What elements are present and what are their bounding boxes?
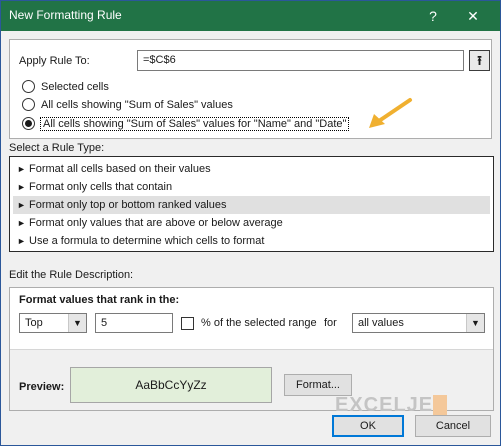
format-button[interactable]: Format... [284,374,352,396]
preview-sample: AaBbCcYyZz [70,367,272,403]
chevron-down-icon[interactable]: ▼ [466,314,484,332]
rule-type-item[interactable]: ► Use a formula to determine which cells … [13,232,490,250]
title-bar[interactable]: New Formatting Rule ? ✕ [1,1,500,31]
radio-all-sum-of-sales[interactable]: All cells showing "Sum of Sales" values [22,96,233,113]
apply-rule-input[interactable]: =$C$6 [137,50,464,71]
help-icon[interactable]: ? [421,5,445,27]
arrow-bullet-icon: ► [17,236,26,246]
rule-type-item[interactable]: ► Format all cells based on their values [13,160,490,178]
apply-rule-group: Apply Rule To: =$C$6 ⭱ Selected cells Al… [9,39,492,139]
exceljet-watermark: EXCELJET [335,394,447,416]
rank-options-panel: Format values that rank in the: Top ▼ 5 … [10,288,493,350]
rule-type-item[interactable]: ► Format only cells that contain [13,178,490,196]
cancel-button[interactable]: Cancel [415,415,491,437]
percent-checkbox[interactable] [181,317,194,330]
apply-rule-label: Apply Rule To: [19,55,90,67]
chevron-down-icon[interactable]: ▼ [68,314,86,332]
close-icon[interactable]: ✕ [453,5,493,27]
percent-label: % of the selected range [201,317,317,329]
rank-value-input[interactable]: 5 [95,313,173,333]
radio-sum-of-sales-name-date[interactable]: All cells showing "Sum of Sales" values … [22,115,350,132]
rule-type-label: Select a Rule Type: [9,142,105,154]
exceljet-logo-icon [433,395,447,415]
annotation-arrow-icon [369,98,412,128]
arrow-bullet-icon: ► [17,200,26,210]
arrow-bullet-icon: ► [17,218,26,228]
radio-button[interactable] [22,80,35,93]
radio-button[interactable] [22,98,35,111]
scope-select[interactable]: all values ▼ [352,313,485,333]
radio-label: Selected cells [41,80,109,93]
preview-label: Preview: [19,381,65,393]
dialog-title: New Formatting Rule [9,8,122,22]
rank-heading: Format values that rank in the: [19,294,180,306]
top-bottom-select[interactable]: Top ▼ [19,313,87,333]
arrow-bullet-icon: ► [17,182,26,192]
ok-button[interactable]: OK [332,415,404,437]
rule-type-item[interactable]: ► Format only values that are above or be… [13,214,490,232]
new-formatting-rule-dialog: New Formatting Rule ? ✕ Apply Rule To: =… [0,0,501,446]
radio-label: All cells showing "Sum of Sales" values … [39,116,350,131]
rule-type-item-selected[interactable]: ► Format only top or bottom ranked values [13,196,490,214]
rule-type-list[interactable]: ► Format all cells based on their values … [9,156,494,252]
arrow-bullet-icon: ► [17,164,26,174]
rule-description-label: Edit the Rule Description: [9,269,134,281]
radio-button-checked[interactable] [22,117,35,130]
rule-description-group: Format values that rank in the: Top ▼ 5 … [9,287,494,411]
collapse-dialog-icon[interactable]: ⭱ [469,50,490,71]
radio-selected-cells[interactable]: Selected cells [22,78,109,95]
for-label: for [324,317,337,329]
radio-label: All cells showing "Sum of Sales" values [41,98,233,111]
